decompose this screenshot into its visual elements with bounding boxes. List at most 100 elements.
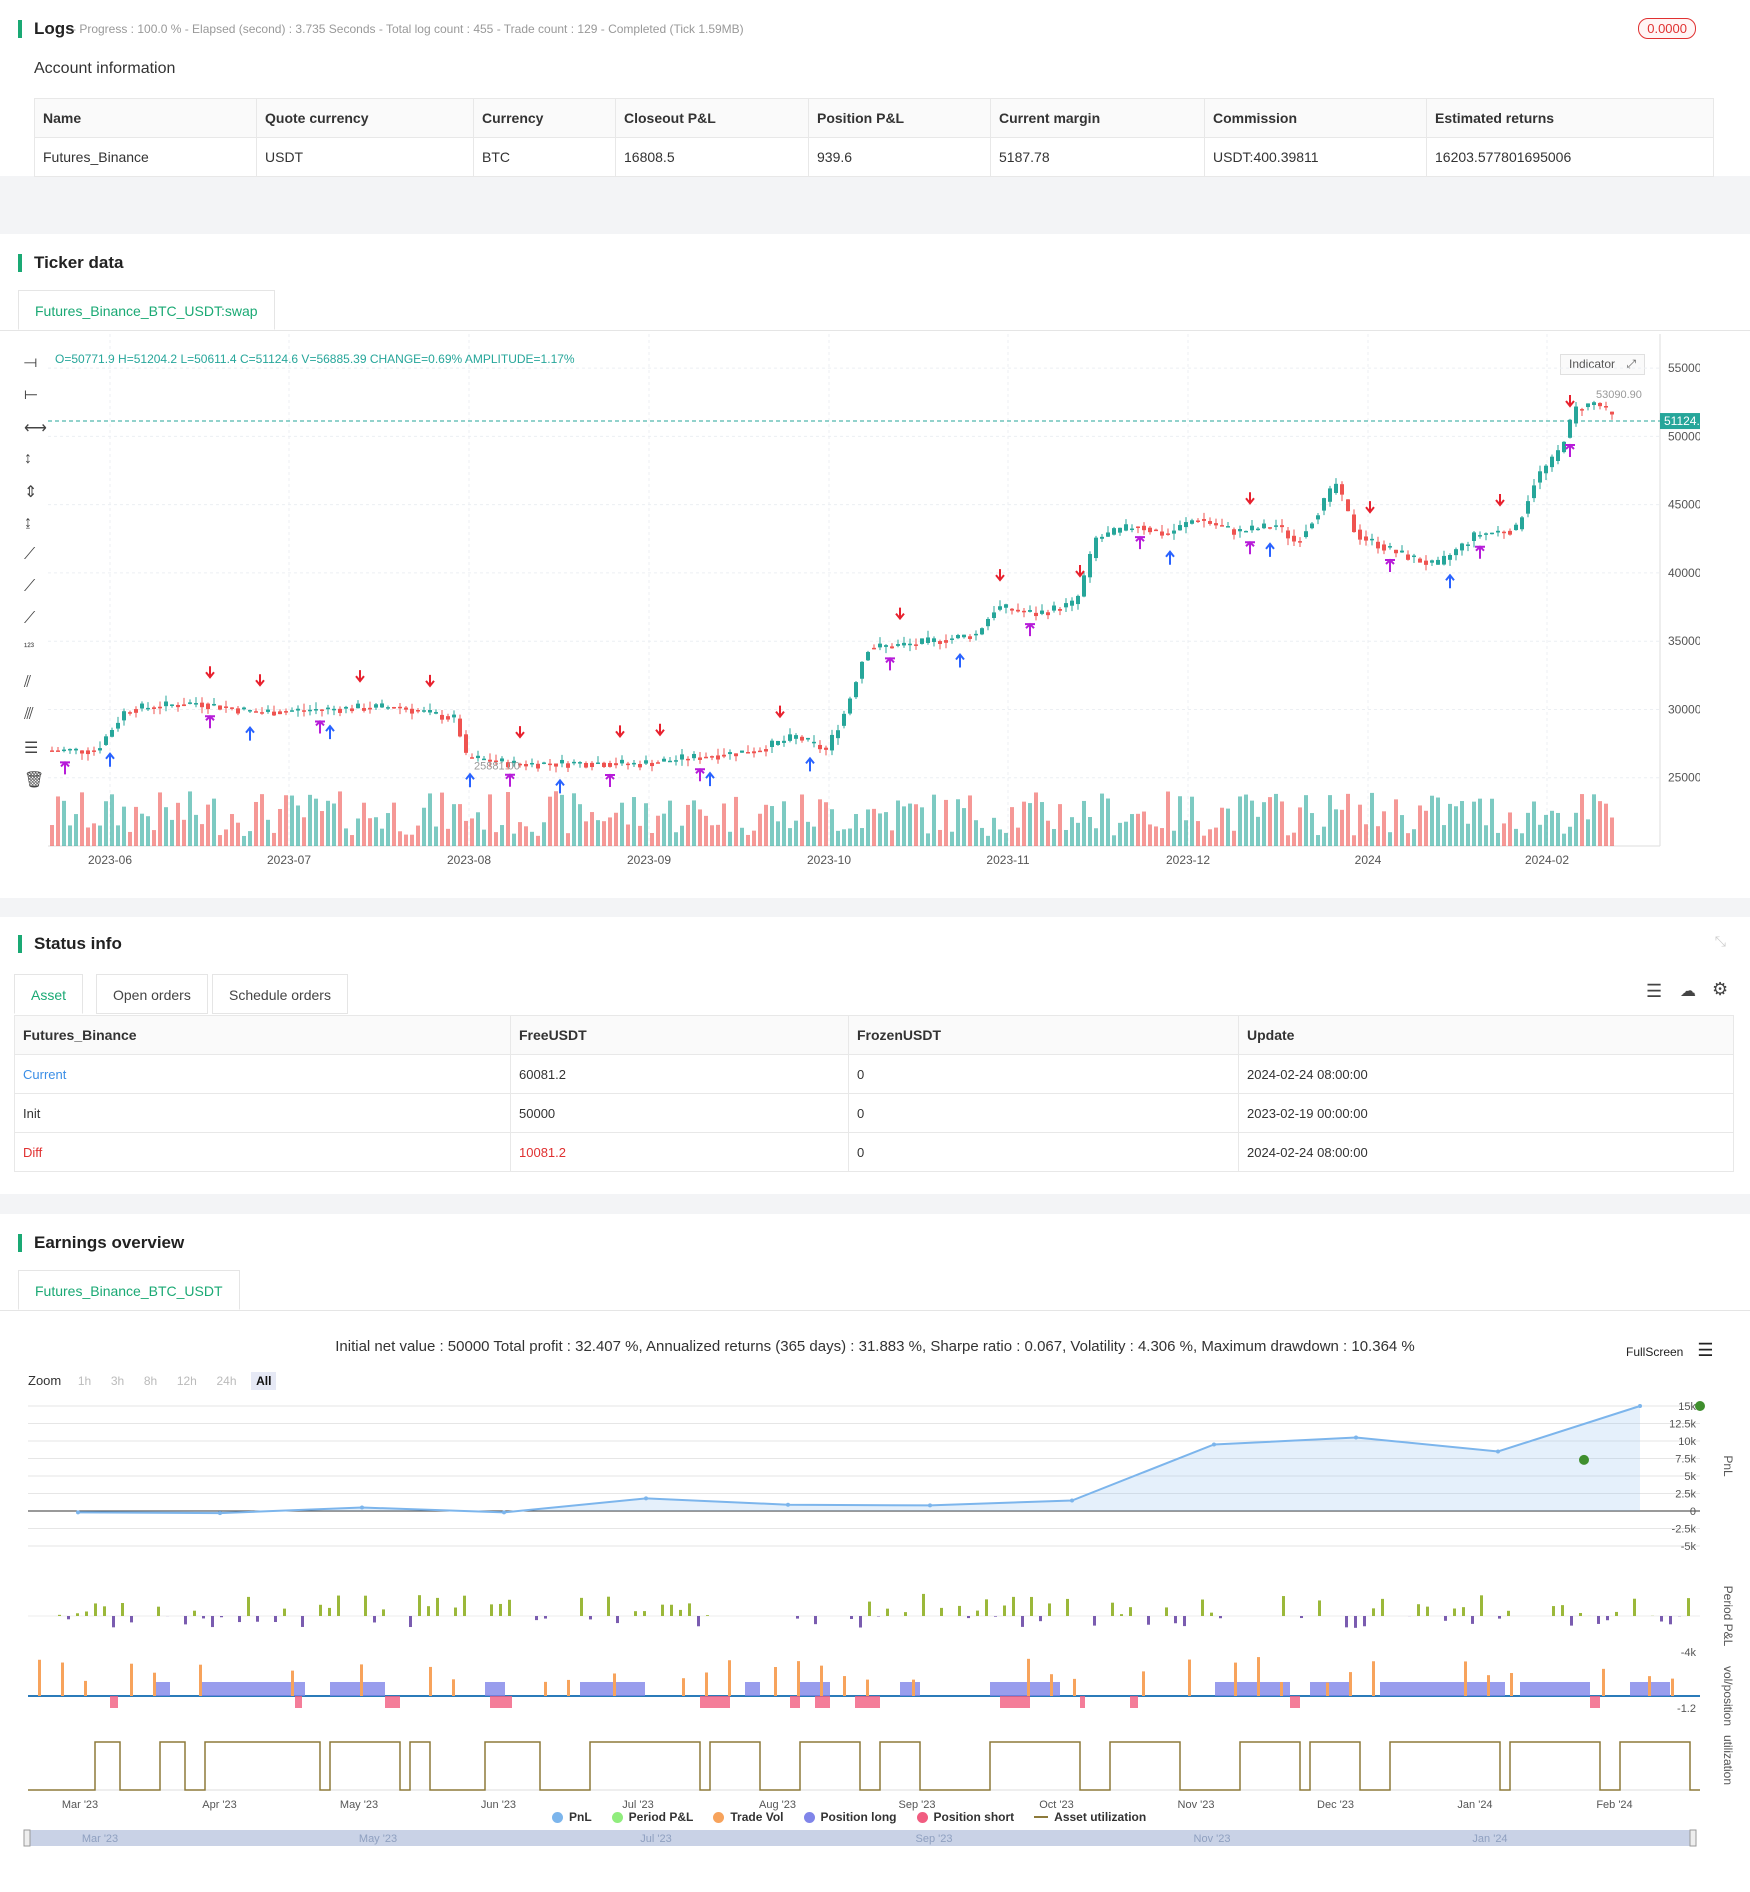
trade-vol-bar xyxy=(1326,1682,1329,1696)
volume-bar xyxy=(368,818,372,846)
period-pnl-bar xyxy=(1363,1616,1366,1627)
tab-schedule-orders[interactable]: Schedule orders xyxy=(212,974,348,1014)
earnings-legend: PnL Period P&L Trade Vol Position long P… xyxy=(552,1810,1166,1824)
tab-asset[interactable]: Asset xyxy=(14,974,84,1014)
menu-icon[interactable]: ☰ xyxy=(1697,1340,1713,1360)
gear-icon[interactable]: ⚙ xyxy=(1712,979,1728,1000)
zoom-8h-button[interactable]: 8h xyxy=(139,1372,162,1390)
candle-body xyxy=(542,762,546,764)
volume-bar xyxy=(920,807,924,846)
account-cell: Futures_Binance xyxy=(34,137,257,177)
volume-bar xyxy=(1196,821,1200,846)
zoom-12h-button[interactable]: 12h xyxy=(172,1372,202,1390)
candle-body xyxy=(1442,555,1446,565)
navigator-tick-label: May '23 xyxy=(359,1833,397,1845)
volume-bar xyxy=(248,831,252,846)
collapse-icon[interactable]: ⤡ xyxy=(1715,933,1726,950)
trade-vol-bar xyxy=(820,1665,823,1696)
volume-bar xyxy=(242,835,246,846)
tab-open-orders[interactable]: Open orders xyxy=(96,974,208,1014)
zoom-3h-button[interactable]: 3h xyxy=(106,1372,129,1390)
legend-position-short[interactable]: Position short xyxy=(916,1810,1014,1824)
period-pnl-bar xyxy=(1480,1595,1483,1616)
volume-bar xyxy=(1598,801,1602,846)
candle-body xyxy=(836,730,840,739)
period-tick-label: -4k xyxy=(1681,1647,1697,1659)
volume-bar xyxy=(722,803,726,846)
volume-bar xyxy=(1136,813,1140,846)
candle-body xyxy=(176,704,180,708)
trade-vol-bar xyxy=(797,1661,800,1696)
period-pnl-bar xyxy=(211,1616,214,1628)
volume-bar xyxy=(182,819,186,846)
pnl-tick-label: 5k xyxy=(1684,1471,1696,1483)
period-pnl-bar xyxy=(121,1603,124,1616)
legend-period-pnl[interactable]: Period P&L xyxy=(611,1810,693,1824)
asset-header: Update xyxy=(1238,1015,1734,1055)
zoom-24h-button[interactable]: 24h xyxy=(211,1372,241,1390)
volume-bar xyxy=(1388,832,1392,846)
candle-body xyxy=(356,703,360,709)
period-pnl-bar xyxy=(274,1616,277,1623)
legend-pnl[interactable]: PnL xyxy=(552,1810,592,1824)
candle-body xyxy=(1382,544,1386,551)
logs-title: Logs xyxy=(18,20,75,38)
candle-body xyxy=(1004,604,1008,608)
volume-bar xyxy=(992,817,996,846)
list-icon[interactable]: ☰ xyxy=(1646,981,1662,1002)
legend-asset-utilization[interactable]: Asset utilization xyxy=(1034,1810,1146,1824)
volume-bar xyxy=(608,817,612,846)
position-long-block xyxy=(800,1682,830,1696)
volume-bar xyxy=(1586,819,1590,846)
volume-bar xyxy=(1382,811,1386,846)
candlestick-chart[interactable]: 55000.00 50000.00 45000.00 40000.00 35000.00… xyxy=(0,334,1700,874)
period-pnl-bar xyxy=(1021,1616,1024,1627)
tab-earnings-symbol[interactable]: Futures_Binance_BTC_USDT xyxy=(18,1270,240,1310)
pnl-point xyxy=(76,1510,80,1515)
legend-position-long[interactable]: Position long xyxy=(803,1810,897,1824)
candle-body xyxy=(860,661,864,679)
cloud-download-icon[interactable]: ☁ xyxy=(1680,981,1696,1001)
volume-bar xyxy=(332,803,336,846)
volume-bar xyxy=(344,828,348,846)
candle-body xyxy=(668,760,672,763)
candle-body xyxy=(884,645,888,647)
candle-body xyxy=(1340,484,1344,495)
zoom-1h-button[interactable]: 1h xyxy=(73,1372,96,1390)
volume-bar xyxy=(1478,798,1482,846)
candle-body xyxy=(1532,485,1536,499)
high-price-label: 53090.90 xyxy=(1596,389,1642,401)
x-tick-label: 2023-08 xyxy=(447,853,491,867)
candle-body xyxy=(818,744,822,750)
zoom-all-button[interactable]: All xyxy=(251,1372,277,1390)
trade-vol-bar xyxy=(1464,1661,1467,1696)
candle-body xyxy=(92,750,96,752)
period-pnl-bar xyxy=(382,1609,385,1616)
asset-row-label[interactable]: Current xyxy=(14,1054,511,1094)
candle-body xyxy=(1376,541,1380,549)
account-header: Name xyxy=(34,98,257,138)
candle-body xyxy=(254,711,258,713)
candle-body xyxy=(746,752,750,754)
volume-bar xyxy=(212,798,216,846)
period-pnl-bar xyxy=(337,1595,340,1616)
period-pnl-bar xyxy=(283,1608,286,1616)
period-pnl-bar xyxy=(688,1603,691,1616)
legend-trade-vol[interactable]: Trade Vol xyxy=(713,1810,784,1824)
short-arrow-icon xyxy=(1565,394,1575,408)
candle-body xyxy=(1604,406,1608,408)
volume-bar xyxy=(260,794,264,846)
x-tick-label: 2023-07 xyxy=(267,853,311,867)
period-pnl-bar xyxy=(580,1597,583,1616)
period-pnl-bar xyxy=(706,1615,709,1616)
volume-bar xyxy=(1142,811,1146,846)
volume-bar xyxy=(1568,826,1572,846)
period-pnl-bar xyxy=(589,1616,592,1620)
fullscreen-button[interactable]: FullScreen ☰ xyxy=(1626,1340,1714,1361)
candle-body xyxy=(140,703,144,709)
candle-body xyxy=(248,710,252,712)
tab-ticker-symbol[interactable]: Futures_Binance_BTC_USDT:swap xyxy=(18,290,275,330)
trade-vol-bar xyxy=(61,1662,64,1696)
earnings-chart[interactable]: 15k 12.5k 10k 7.5k 5k 2.5k 0 -2.5k -5k -4k -1.2 PnL… xyxy=(0,1400,1750,1880)
volume-bar xyxy=(1166,791,1170,846)
